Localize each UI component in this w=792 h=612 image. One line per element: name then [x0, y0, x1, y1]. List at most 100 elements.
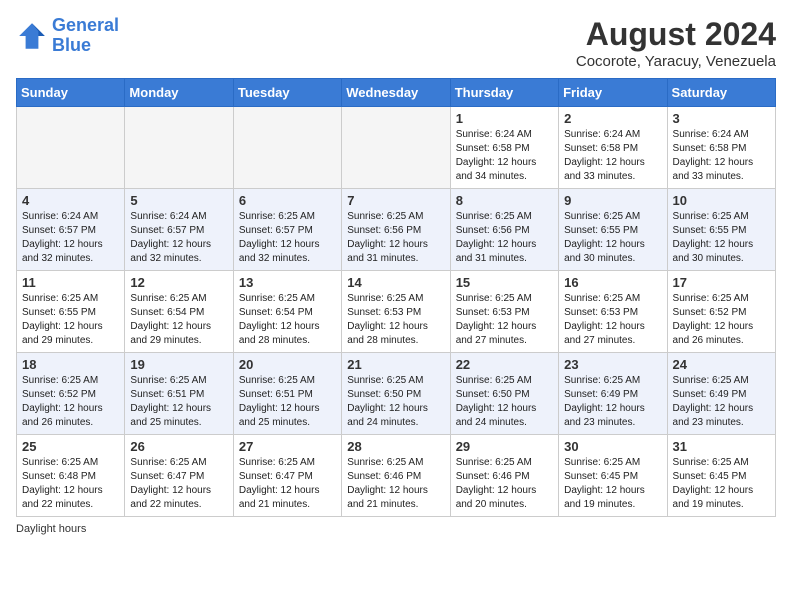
day-number: 5 [130, 193, 227, 208]
logo-icon [16, 20, 48, 52]
day-number: 24 [673, 357, 770, 372]
day-info: Sunrise: 6:25 AM Sunset: 6:50 PM Dayligh… [456, 374, 553, 430]
day-info: Sunrise: 6:25 AM Sunset: 6:50 PM Dayligh… [347, 374, 444, 430]
calendar-cell: 14Sunrise: 6:25 AM Sunset: 6:53 PM Dayli… [342, 271, 450, 353]
day-info: Sunrise: 6:24 AM Sunset: 6:57 PM Dayligh… [22, 210, 119, 266]
calendar-cell: 6 Sunrise: 6:25 AM Sunset: 6:57 PM Daylig… [233, 189, 341, 271]
day-number: 8 [456, 193, 553, 208]
day-number: 17 [673, 275, 770, 290]
calendar-table: SundayMondayTuesdayWednesdayThursdayFrid… [16, 78, 776, 517]
calendar-cell: 21 Sunrise: 6:25 AM Sunset: 6:50 PM Dayli… [342, 353, 450, 435]
day-number: 1 [456, 111, 553, 126]
calendar-cell: 26 Sunrise: 6:25 AM Sunset: 6:47 PM Dayli… [125, 435, 233, 517]
footer-note: Daylight hours [16, 523, 776, 535]
day-number: 20 [239, 357, 336, 372]
day-info: Sunrise: 6:25 AM Sunset: 6:47 PM Dayligh… [239, 456, 336, 512]
calendar-cell: 27Sunrise: 6:25 AM Sunset: 6:47 PM Dayli… [233, 435, 341, 517]
day-number: 22 [456, 357, 553, 372]
col-header-thursday: Thursday [450, 79, 558, 107]
calendar-week-3: 18Sunrise: 6:25 AM Sunset: 6:52 PM Dayli… [17, 353, 776, 435]
day-number: 30 [564, 439, 661, 454]
day-number: 18 [22, 357, 119, 372]
calendar-header-row: SundayMondayTuesdayWednesdayThursdayFrid… [17, 79, 776, 107]
col-header-saturday: Saturday [667, 79, 775, 107]
day-number: 13 [239, 275, 336, 290]
page: General Blue August 2024 Cocorote, Yarac… [0, 0, 792, 547]
calendar-week-4: 25 Sunrise: 6:25 AM Sunset: 6:48 PM Dayli… [17, 435, 776, 517]
day-info: Sunrise: 6:25 AM Sunset: 6:53 PM Dayligh… [456, 292, 553, 348]
logo-text: General Blue [52, 16, 119, 56]
calendar-cell: 16 Sunrise: 6:25 AM Sunset: 6:53 PM Dayli… [559, 271, 667, 353]
day-number: 25 [22, 439, 119, 454]
day-info: Sunrise: 6:25 AM Sunset: 6:51 PM Dayligh… [130, 374, 227, 430]
calendar-cell: 12 Sunrise: 6:25 AM Sunset: 6:54 PM Dayli… [125, 271, 233, 353]
logo: General Blue [16, 16, 119, 56]
day-info: Sunrise: 6:25 AM Sunset: 6:55 PM Dayligh… [564, 210, 661, 266]
day-number: 21 [347, 357, 444, 372]
day-number: 28 [347, 439, 444, 454]
col-header-monday: Monday [125, 79, 233, 107]
calendar-cell: 17 Sunrise: 6:25 AM Sunset: 6:52 PM Dayli… [667, 271, 775, 353]
day-info: Sunrise: 6:25 AM Sunset: 6:46 PM Dayligh… [347, 456, 444, 512]
calendar-cell: 20 Sunrise: 6:25 AM Sunset: 6:51 PM Dayli… [233, 353, 341, 435]
day-info: Sunrise: 6:25 AM Sunset: 6:53 PM Dayligh… [564, 292, 661, 348]
calendar-cell: 19 Sunrise: 6:25 AM Sunset: 6:51 PM Dayli… [125, 353, 233, 435]
day-info: Sunrise: 6:25 AM Sunset: 6:51 PM Dayligh… [239, 374, 336, 430]
calendar-cell: 31 Sunrise: 6:25 AM Sunset: 6:45 PM Dayli… [667, 435, 775, 517]
day-info: Sunrise: 6:25 AM Sunset: 6:54 PM Dayligh… [130, 292, 227, 348]
calendar-cell: 15 Sunrise: 6:25 AM Sunset: 6:53 PM Dayli… [450, 271, 558, 353]
day-number: 29 [456, 439, 553, 454]
day-info: Sunrise: 6:24 AM Sunset: 6:57 PM Dayligh… [130, 210, 227, 266]
calendar-cell: 8 Sunrise: 6:25 AM Sunset: 6:56 PM Daylig… [450, 189, 558, 271]
day-info: Sunrise: 6:25 AM Sunset: 6:57 PM Dayligh… [239, 210, 336, 266]
calendar-cell: 22 Sunrise: 6:25 AM Sunset: 6:50 PM Dayli… [450, 353, 558, 435]
day-number: 4 [22, 193, 119, 208]
calendar-week-2: 11 Sunrise: 6:25 AM Sunset: 6:55 PM Dayli… [17, 271, 776, 353]
day-number: 15 [456, 275, 553, 290]
day-info: Sunrise: 6:25 AM Sunset: 6:56 PM Dayligh… [456, 210, 553, 266]
title-block: August 2024 Cocorote, Yaracuy, Venezuela [576, 16, 776, 70]
day-number: 14 [347, 275, 444, 290]
day-number: 31 [673, 439, 770, 454]
calendar-cell: 1Sunrise: 6:24 AM Sunset: 6:58 PM Daylig… [450, 107, 558, 189]
calendar-cell: 23 Sunrise: 6:25 AM Sunset: 6:49 PM Dayli… [559, 353, 667, 435]
day-number: 12 [130, 275, 227, 290]
day-number: 6 [239, 193, 336, 208]
calendar-cell [342, 107, 450, 189]
calendar-cell: 25 Sunrise: 6:25 AM Sunset: 6:48 PM Dayli… [17, 435, 125, 517]
day-number: 26 [130, 439, 227, 454]
calendar-cell: 2Sunrise: 6:24 AM Sunset: 6:58 PM Daylig… [559, 107, 667, 189]
day-number: 11 [22, 275, 119, 290]
day-info: Sunrise: 6:25 AM Sunset: 6:48 PM Dayligh… [22, 456, 119, 512]
calendar-cell [233, 107, 341, 189]
subtitle: Cocorote, Yaracuy, Venezuela [576, 53, 776, 70]
day-info: Sunrise: 6:25 AM Sunset: 6:55 PM Dayligh… [22, 292, 119, 348]
day-info: Sunrise: 6:25 AM Sunset: 6:49 PM Dayligh… [673, 374, 770, 430]
day-info: Sunrise: 6:25 AM Sunset: 6:55 PM Dayligh… [673, 210, 770, 266]
col-header-wednesday: Wednesday [342, 79, 450, 107]
day-number: 16 [564, 275, 661, 290]
logo-line1: General [52, 15, 119, 35]
calendar-cell [125, 107, 233, 189]
day-number: 2 [564, 111, 661, 126]
day-number: 23 [564, 357, 661, 372]
day-number: 10 [673, 193, 770, 208]
day-number: 19 [130, 357, 227, 372]
calendar-cell: 28 Sunrise: 6:25 AM Sunset: 6:46 PM Dayli… [342, 435, 450, 517]
col-header-sunday: Sunday [17, 79, 125, 107]
day-info: Sunrise: 6:25 AM Sunset: 6:56 PM Dayligh… [347, 210, 444, 266]
calendar-cell: 11 Sunrise: 6:25 AM Sunset: 6:55 PM Dayli… [17, 271, 125, 353]
day-info: Sunrise: 6:25 AM Sunset: 6:47 PM Dayligh… [130, 456, 227, 512]
day-info: Sunrise: 6:25 AM Sunset: 6:54 PM Dayligh… [239, 292, 336, 348]
header: General Blue August 2024 Cocorote, Yarac… [16, 16, 776, 70]
calendar-cell: 18Sunrise: 6:25 AM Sunset: 6:52 PM Dayli… [17, 353, 125, 435]
day-number: 3 [673, 111, 770, 126]
calendar-cell: 3Sunrise: 6:24 AM Sunset: 6:58 PM Daylig… [667, 107, 775, 189]
calendar-cell: 13 Sunrise: 6:25 AM Sunset: 6:54 PM Dayli… [233, 271, 341, 353]
day-info: Sunrise: 6:25 AM Sunset: 6:45 PM Dayligh… [564, 456, 661, 512]
day-number: 7 [347, 193, 444, 208]
day-info: Sunrise: 6:25 AM Sunset: 6:52 PM Dayligh… [673, 292, 770, 348]
day-info: Sunrise: 6:25 AM Sunset: 6:49 PM Dayligh… [564, 374, 661, 430]
day-info: Sunrise: 6:25 AM Sunset: 6:45 PM Dayligh… [673, 456, 770, 512]
calendar-cell: 24 Sunrise: 6:25 AM Sunset: 6:49 PM Dayli… [667, 353, 775, 435]
